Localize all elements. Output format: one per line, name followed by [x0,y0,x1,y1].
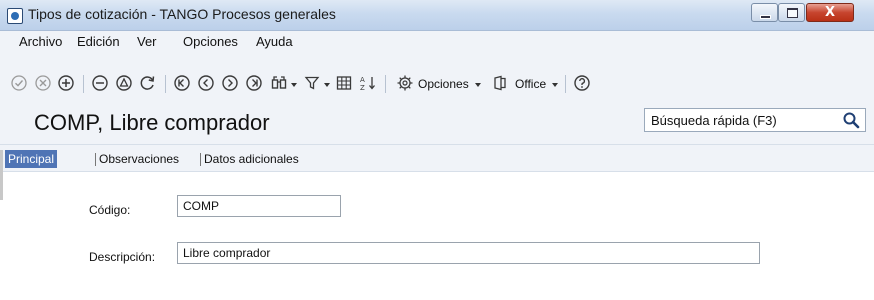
svg-text:A: A [360,76,365,84]
menu-ver[interactable]: Ver [137,34,157,49]
title-bar[interactable]: Tipos de cotización - TANGO Procesos gen… [0,0,874,31]
previous-record-icon[interactable] [197,74,215,92]
menu-ayuda[interactable]: Ayuda [256,34,293,49]
search-icon[interactable] [842,111,860,129]
binoculars-dropdown[interactable] [291,83,297,87]
remove-icon[interactable] [91,74,109,92]
help-icon[interactable] [573,74,591,92]
close-button[interactable]: X [806,3,854,22]
codigo-label: Código: [89,203,131,217]
page-title: COMP, Libre comprador [34,110,270,135]
window-edge [0,150,3,200]
app-window: Tipos de cotización - TANGO Procesos gen… [0,0,874,300]
office-menu-button[interactable]: Office [515,77,546,91]
office-dropdown[interactable] [552,83,558,87]
first-record-icon[interactable] [173,74,191,92]
record-header: COMP, Libre comprador [0,101,874,145]
check-icon[interactable] [10,74,28,92]
menu-edicion[interactable]: Edición [77,34,120,49]
menu-opciones[interactable]: Opciones [183,34,238,49]
descripcion-label: Descripción: [89,250,156,264]
maximize-button[interactable] [778,3,805,22]
menu-archivo[interactable]: Archivo [19,34,62,49]
refresh-icon[interactable] [139,74,157,92]
filter-dropdown[interactable] [324,83,330,87]
window-title: Tipos de cotización - TANGO Procesos gen… [28,6,336,22]
next-record-icon[interactable] [221,74,239,92]
copy-icon[interactable] [115,74,133,92]
gear-icon[interactable] [396,74,414,92]
cancel-icon[interactable] [34,74,52,92]
tab-datos-adicionales[interactable]: Datos adicionales [201,150,302,168]
filter-icon[interactable] [303,74,321,92]
descripcion-field[interactable] [177,242,760,264]
grid-icon[interactable] [335,74,353,92]
svg-text:Z: Z [360,84,365,92]
quick-search-box[interactable] [644,108,866,132]
last-record-icon[interactable] [245,74,263,92]
tab-observaciones[interactable]: Observaciones [96,150,182,168]
tab-bar: Principal Observaciones Datos adicionale… [0,145,874,172]
tab-principal[interactable]: Principal [5,150,58,168]
office-icon[interactable] [491,74,509,92]
app-icon[interactable] [7,8,23,24]
minimize-button[interactable] [751,3,778,22]
binoculars-icon[interactable] [270,74,288,92]
opciones-menu-button[interactable]: Opciones [418,77,469,91]
toolbar: AZ Opciones Office [0,51,874,101]
opciones-dropdown[interactable] [475,83,481,87]
add-icon[interactable] [57,74,75,92]
codigo-field[interactable] [177,195,341,217]
menu-bar: Archivo Edición Ver Opciones Ayuda [0,31,874,51]
sort-icon[interactable]: AZ [359,74,377,92]
close-icon: X [824,5,836,20]
quick-search-input[interactable] [651,112,831,128]
